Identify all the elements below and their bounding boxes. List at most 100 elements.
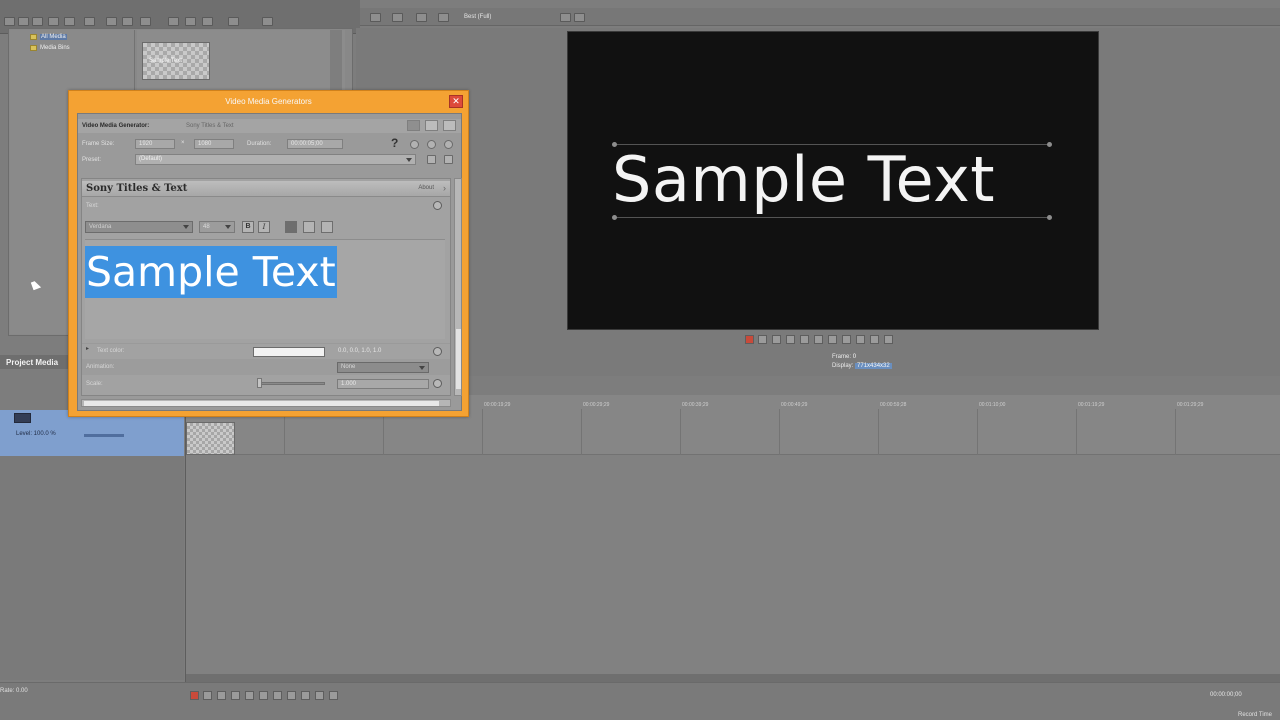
timeline-scrollbar[interactable] (186, 674, 1280, 682)
scale-slider-thumb[interactable] (257, 378, 262, 388)
animation-dropdown[interactable]: None (337, 362, 429, 373)
bypass-icon[interactable] (410, 140, 419, 149)
panel-vertical-scrollbar[interactable] (454, 178, 462, 396)
go-to-end-icon[interactable] (842, 335, 851, 344)
media-thumbnail[interactable]: Sample Text (142, 42, 210, 80)
bbox-handle[interactable] (1047, 142, 1052, 147)
tree-item-media-bins[interactable]: Media Bins (30, 45, 70, 51)
keyframe-icon[interactable] (433, 379, 442, 388)
save-preset-icon[interactable] (427, 140, 436, 149)
split-screen-icon[interactable] (416, 13, 427, 22)
frame-width-field[interactable]: 1920 (135, 139, 175, 149)
list-view-icon[interactable] (425, 120, 438, 131)
close-icon[interactable]: ✕ (449, 95, 463, 108)
play-from-start-icon[interactable] (217, 691, 226, 700)
preset-dropdown[interactable]: (Default) (135, 154, 416, 165)
open-icon[interactable] (18, 17, 29, 26)
align-left-button[interactable] (285, 221, 297, 233)
italic-button[interactable]: I (258, 221, 270, 233)
text-color-swatch[interactable] (253, 347, 325, 357)
record-icon[interactable] (745, 335, 754, 344)
tab-project-media[interactable]: Project Media (6, 358, 58, 367)
copy-snapshot-icon[interactable] (560, 13, 571, 22)
next-frame-icon[interactable] (870, 335, 879, 344)
scrollbar-thumb[interactable] (456, 329, 461, 389)
about-link[interactable]: About (418, 185, 434, 191)
plugin-chain-icon[interactable] (407, 120, 420, 131)
expand-arrow-icon[interactable]: ▸ (86, 345, 89, 352)
play-icon[interactable] (231, 691, 240, 700)
font-dropdown[interactable]: Verdana (85, 221, 193, 233)
stop-icon[interactable] (259, 691, 268, 700)
more-icon[interactable] (329, 691, 338, 700)
go-to-end-icon[interactable] (287, 691, 296, 700)
paste-icon[interactable] (140, 17, 151, 26)
play-icon[interactable] (786, 335, 795, 344)
preview-quality[interactable]: Best (Full) (464, 12, 491, 22)
dialog-titlebar[interactable]: Video Media Generators ✕ (69, 91, 468, 111)
font-size-dropdown[interactable]: 48 (199, 221, 235, 233)
align-right-button[interactable] (321, 221, 333, 233)
copy-icon[interactable] (122, 17, 133, 26)
level-slider[interactable] (84, 434, 124, 437)
preview-settings-icon[interactable] (370, 13, 381, 22)
cut-icon[interactable] (106, 17, 117, 26)
zoom-icon[interactable] (84, 17, 95, 26)
redo-icon[interactable] (64, 17, 75, 26)
ruler-label: 00:00:29;29 (583, 402, 610, 408)
help-icon[interactable]: ? (391, 136, 398, 150)
grid-icon[interactable] (185, 17, 196, 26)
overlay-icon[interactable] (438, 13, 449, 22)
frame-value: 0 (852, 354, 857, 360)
keyframe-icon[interactable] (433, 201, 442, 210)
go-to-start-icon[interactable] (828, 335, 837, 344)
properties-icon[interactable] (262, 17, 273, 26)
record-icon[interactable] (190, 691, 199, 700)
pause-icon[interactable] (800, 335, 809, 344)
prev-frame-icon[interactable] (856, 335, 865, 344)
text-editor[interactable]: Sample Text (85, 239, 445, 339)
save-icon[interactable] (427, 155, 436, 164)
bold-button[interactable]: B (242, 221, 254, 233)
bbox-handle[interactable] (1047, 215, 1052, 220)
envelope-icon[interactable] (202, 17, 213, 26)
editor-selected-text[interactable]: Sample Text (85, 246, 337, 298)
snap-icon[interactable] (168, 17, 179, 26)
timeline-clip[interactable] (186, 422, 235, 455)
loop-icon[interactable] (758, 335, 767, 344)
frame-height-field[interactable]: 1080 (194, 139, 234, 149)
more-icon[interactable] (884, 335, 893, 344)
align-center-button[interactable] (303, 221, 315, 233)
loop-icon[interactable] (203, 691, 212, 700)
save-snapshot-icon[interactable] (574, 13, 585, 22)
new-icon[interactable] (4, 17, 15, 26)
scale-slider[interactable] (259, 382, 325, 385)
undo-icon[interactable] (48, 17, 59, 26)
scale-label: Scale: (86, 381, 103, 387)
ruler-tick (779, 409, 780, 455)
keyframe-icon[interactable] (433, 347, 442, 356)
save-icon[interactable] (32, 17, 43, 26)
next-frame-icon[interactable] (315, 691, 324, 700)
menu-icon[interactable] (443, 120, 456, 131)
prev-frame-icon[interactable] (301, 691, 310, 700)
panel-horizontal-scrollbar[interactable] (81, 399, 451, 407)
go-to-start-icon[interactable] (273, 691, 282, 700)
plugin-name: Sony Titles & Text (86, 183, 188, 194)
tree-item-all-media[interactable]: All Media (30, 34, 67, 40)
scale-value-field[interactable]: 1.000 (337, 379, 429, 389)
folder-icon (30, 34, 37, 40)
duration-field[interactable]: 00:00:05;00 (287, 139, 343, 149)
frame-label: Frame: (832, 354, 852, 360)
time-display: 00:00:00;00 (1210, 692, 1242, 698)
delete-preset-icon[interactable] (444, 155, 453, 164)
view-icon[interactable] (228, 17, 239, 26)
external-monitor-icon[interactable] (392, 13, 403, 22)
scrollbar-thumb[interactable] (84, 401, 439, 406)
play-from-start-icon[interactable] (772, 335, 781, 344)
chevron-right-icon[interactable]: › (443, 183, 446, 193)
stop-icon[interactable] (814, 335, 823, 344)
reset-icon[interactable] (444, 140, 453, 149)
pause-icon[interactable] (245, 691, 254, 700)
generator-plugin-name: Sony Titles & Text (186, 123, 234, 129)
